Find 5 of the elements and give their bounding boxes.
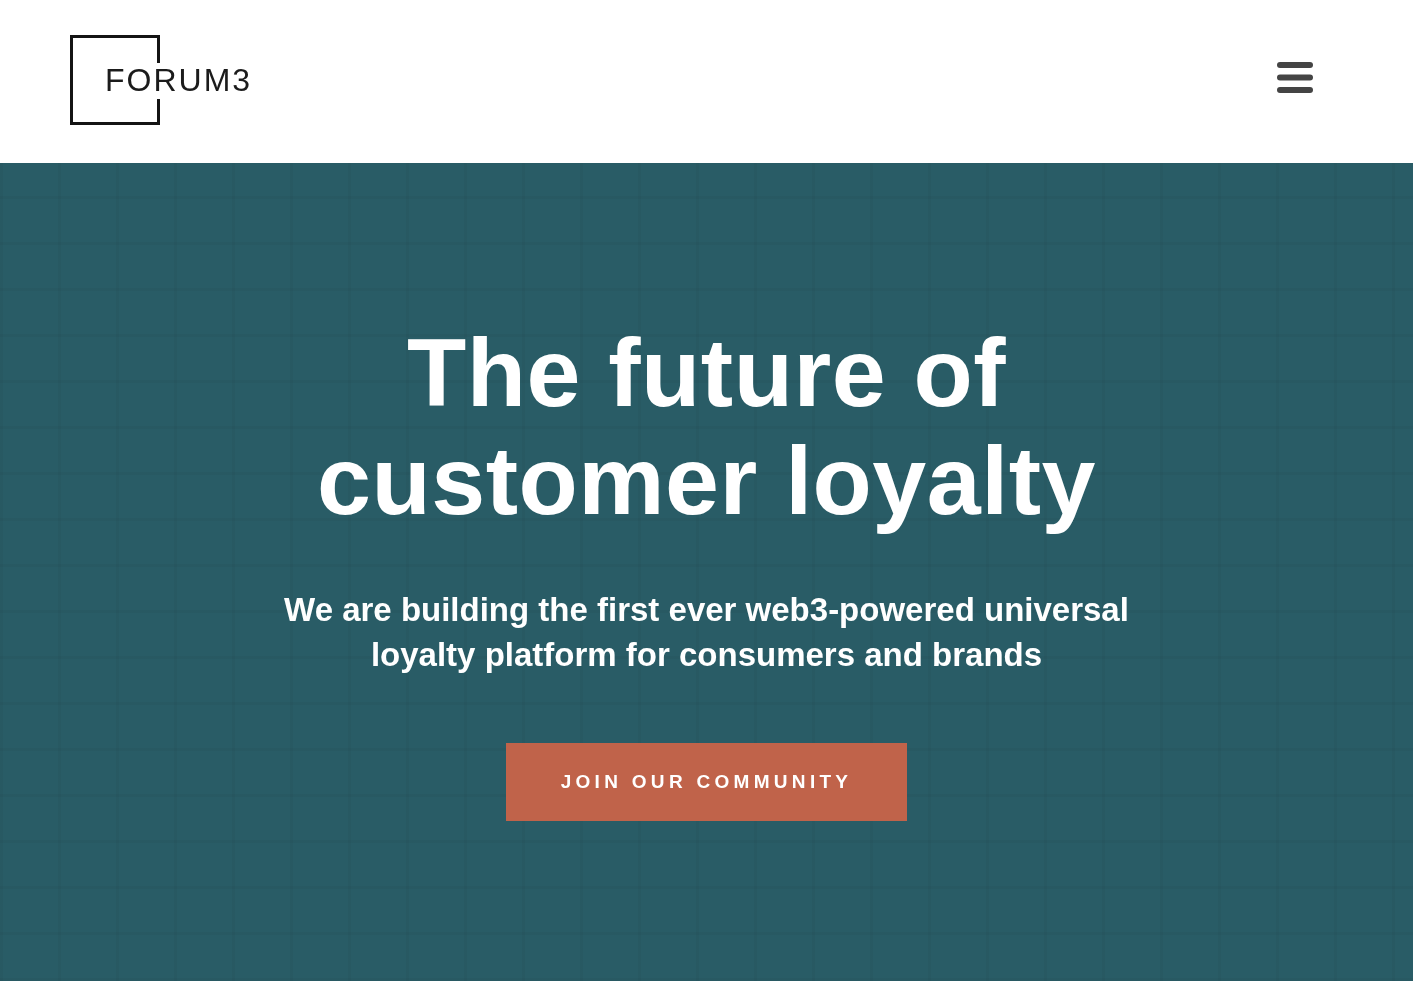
- menu-icon: [1277, 62, 1313, 93]
- hero-subheading: We are building the first ever web3-powered universal loyalty platform for consumers and brands: [283, 590, 1130, 675]
- menu-button[interactable]: [1277, 62, 1313, 93]
- hero-heading: The future of customer loyalty: [316, 319, 1097, 535]
- join-community-button[interactable]: JOIN OUR COMMUNITY: [506, 743, 907, 821]
